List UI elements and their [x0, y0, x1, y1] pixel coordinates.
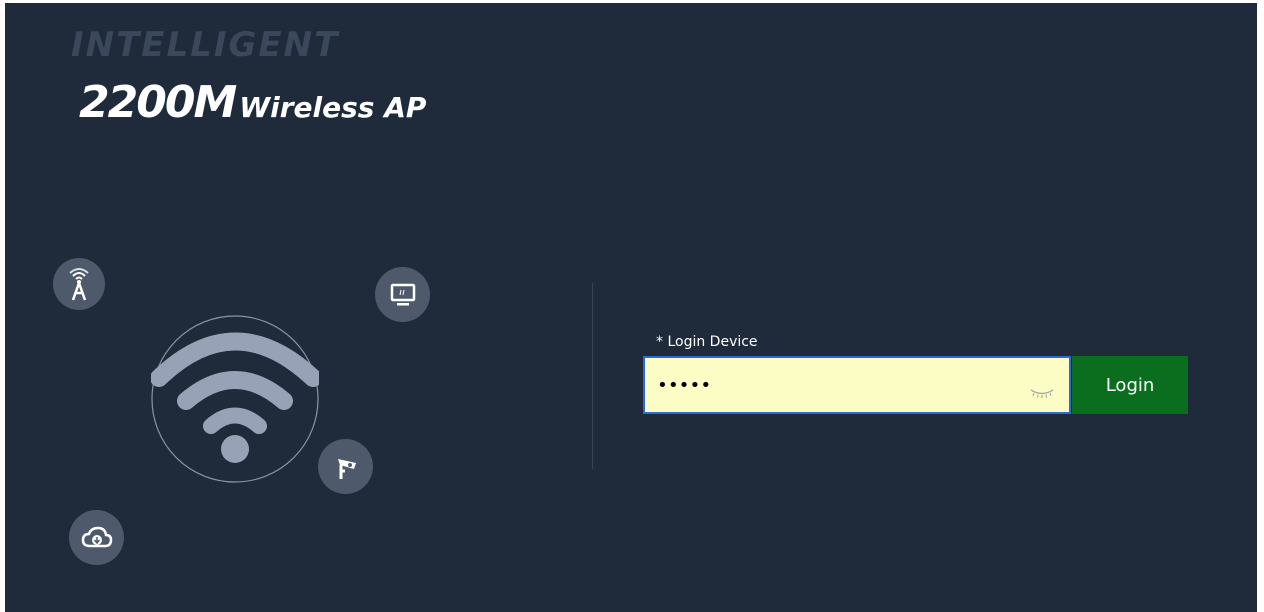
- camera-icon: [318, 439, 373, 494]
- login-page: INTELLIGENT 2200M Wireless AP * Login De…: [5, 3, 1257, 612]
- vertical-divider: [592, 283, 593, 469]
- cloud-download-icon: [69, 510, 124, 565]
- brand-model: 2200M: [79, 77, 237, 128]
- brand-title: 2200M Wireless AP: [79, 77, 426, 128]
- tower-icon: [53, 258, 105, 310]
- login-device-label: * Login Device: [656, 334, 758, 350]
- monitor-icon: [375, 267, 430, 322]
- brand-tagline: INTELLIGENT: [71, 25, 340, 65]
- show-password-icon[interactable]: [1029, 384, 1055, 403]
- password-input[interactable]: [643, 356, 1071, 414]
- login-button[interactable]: Login: [1072, 356, 1188, 414]
- brand-product: Wireless AP: [239, 91, 427, 124]
- wifi-icon: [150, 315, 322, 483]
